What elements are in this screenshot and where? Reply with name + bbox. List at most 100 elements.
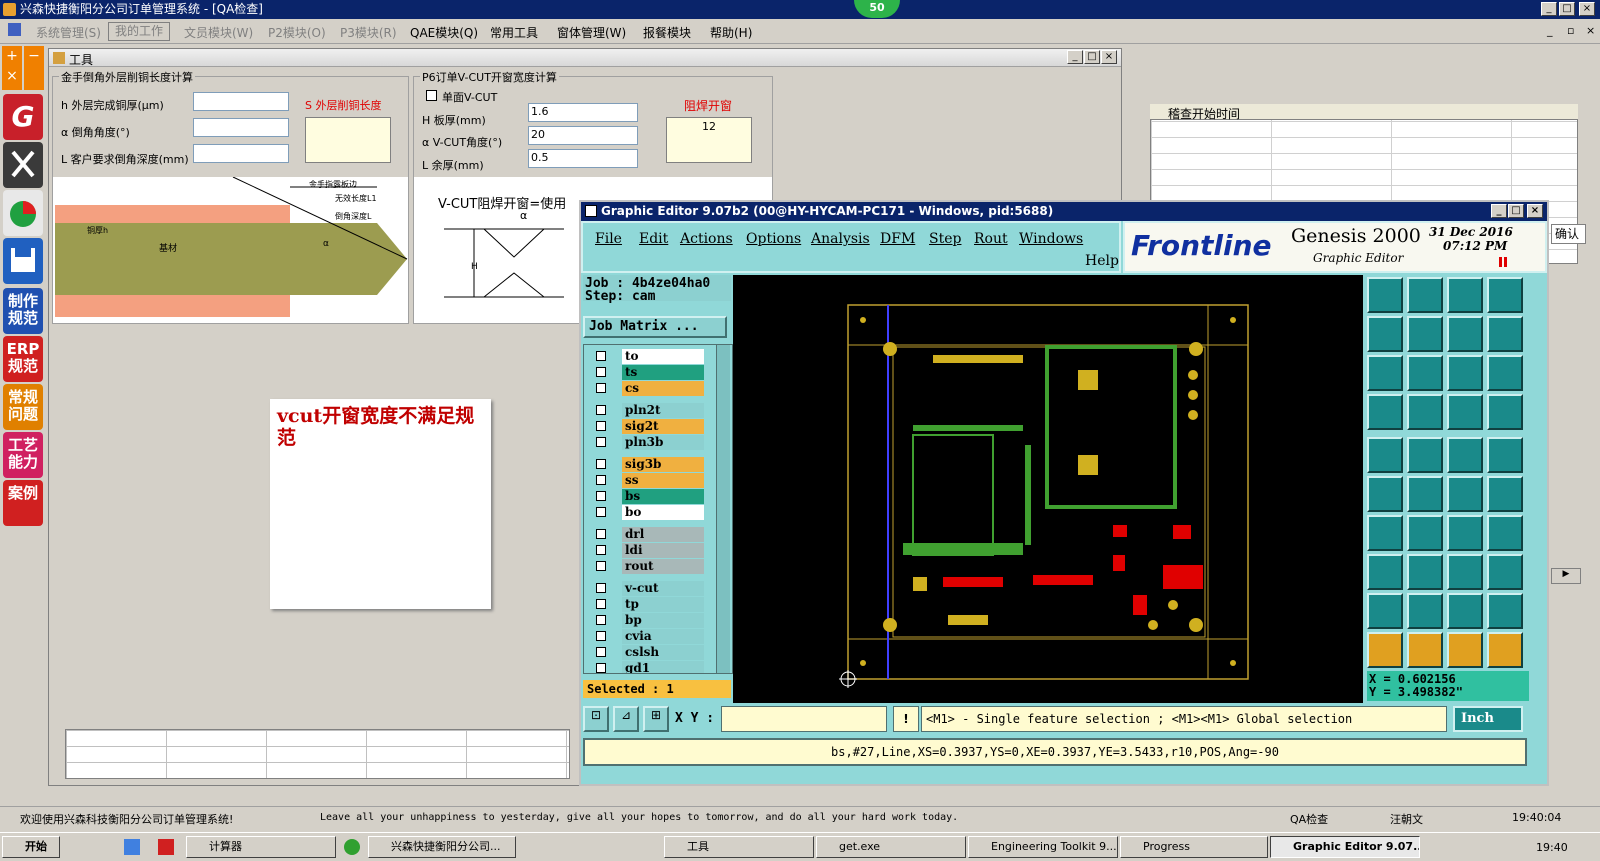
layer-checkbox[interactable] xyxy=(596,367,606,377)
layer-scrollbar[interactable] xyxy=(716,345,730,673)
home-icon[interactable] xyxy=(1447,277,1483,313)
select-icon[interactable] xyxy=(1487,437,1523,473)
ge-menu-windows[interactable]: Windows xyxy=(1019,231,1083,247)
layer-checkbox[interactable] xyxy=(596,351,606,361)
tool-minimize-button[interactable]: _ xyxy=(1067,50,1083,64)
menu-system[interactable]: 系统管理(S) xyxy=(36,24,101,41)
layer-name[interactable]: tp xyxy=(622,597,704,612)
layer-checkbox[interactable] xyxy=(596,615,606,625)
start-button[interactable]: 开始 xyxy=(2,836,60,858)
maximize-button[interactable]: □ xyxy=(1559,2,1575,16)
layer-checkbox[interactable] xyxy=(596,545,606,555)
layer-name[interactable]: ss xyxy=(622,473,704,488)
center-icon[interactable] xyxy=(1407,355,1443,391)
layer-row[interactable]: sig3b xyxy=(592,457,704,472)
quicklaunch-icon[interactable] xyxy=(124,839,140,855)
connect-icon[interactable] xyxy=(1367,476,1403,512)
layer-checkbox[interactable] xyxy=(596,663,606,673)
cross-icon[interactable] xyxy=(1407,476,1443,512)
pcb-canvas[interactable] xyxy=(733,275,1363,703)
layer-name[interactable]: rout xyxy=(622,559,704,574)
layer-name[interactable]: ts xyxy=(622,365,704,380)
ge-close-button[interactable]: × xyxy=(1527,204,1543,218)
netlist-icon[interactable] xyxy=(1447,394,1483,430)
tool-icon[interactable] xyxy=(1367,394,1403,430)
redo-icon[interactable] xyxy=(1487,316,1523,352)
ge-menu-edit[interactable]: Edit xyxy=(639,231,668,247)
copper-thickness-input[interactable] xyxy=(193,92,289,111)
layer-row[interactable]: to xyxy=(592,349,704,364)
layer-row[interactable]: rout xyxy=(592,559,704,574)
open-icon[interactable] xyxy=(1367,277,1403,313)
pdf-icon[interactable] xyxy=(158,839,174,855)
layer-name[interactable]: sig2t xyxy=(622,419,704,434)
layer-name[interactable]: drl xyxy=(622,527,704,542)
rotate-icon[interactable] xyxy=(1447,515,1483,551)
ge-maximize-button[interactable]: □ xyxy=(1508,204,1524,218)
layer-name[interactable]: bp xyxy=(622,613,704,628)
ge-menu-options[interactable]: Options xyxy=(746,231,801,247)
single-vcut-checkbox[interactable] xyxy=(426,90,437,101)
layer-row[interactable]: bs xyxy=(592,489,704,504)
results-grid[interactable] xyxy=(65,729,570,779)
layer-row[interactable]: bp xyxy=(592,613,704,628)
camera-icon[interactable] xyxy=(1367,437,1403,473)
layer-checkbox[interactable] xyxy=(596,529,606,539)
chamfer-depth-input[interactable] xyxy=(193,144,289,163)
chamfer-angle-input[interactable] xyxy=(193,118,289,137)
layer-checkbox[interactable] xyxy=(596,383,606,393)
layer-name[interactable]: cslsh xyxy=(622,645,704,660)
layer-row[interactable]: v-cut xyxy=(592,581,704,596)
capability-button[interactable]: 工艺能力 xyxy=(3,432,43,478)
ge-menu-rout[interactable]: Rout xyxy=(974,231,1008,247)
menu-p2[interactable]: P2模块(O) xyxy=(268,24,326,41)
text-icon[interactable] xyxy=(1447,593,1483,629)
layer-row[interactable]: sig2t xyxy=(592,419,704,434)
cases-button[interactable]: 案例 xyxy=(3,480,43,526)
layer-name[interactable]: bo xyxy=(622,505,704,520)
ge-menu-step[interactable]: Step xyxy=(929,231,961,247)
grid-icon[interactable]: ⊞ xyxy=(643,706,669,732)
measure-icon[interactable]: ⊿ xyxy=(613,706,639,732)
layer-row[interactable]: tp xyxy=(592,597,704,612)
layer-name[interactable]: v-cut xyxy=(622,581,704,596)
fit-icon[interactable] xyxy=(1367,355,1403,391)
layer-row[interactable]: cvia xyxy=(592,629,704,644)
scroll-right-button[interactable]: ▶ xyxy=(1551,568,1581,584)
edit-icon[interactable] xyxy=(1407,437,1443,473)
arc-icon[interactable] xyxy=(1407,515,1443,551)
task-engineering-toolkit[interactable]: Engineering Toolkit 9.... xyxy=(968,836,1118,858)
task-progress[interactable]: Progress xyxy=(1120,836,1268,858)
dash-icon[interactable] xyxy=(1407,554,1443,590)
genesis-launcher-icon[interactable]: G xyxy=(3,94,43,140)
layer-checkbox[interactable] xyxy=(596,459,606,469)
layer-checkbox[interactable] xyxy=(596,583,606,593)
layer-row[interactable]: pln3b xyxy=(592,435,704,450)
layer-name[interactable]: pln3b xyxy=(622,435,704,450)
ge-menu-help[interactable]: Help xyxy=(1085,253,1119,269)
layer-name[interactable]: cvia xyxy=(622,629,704,644)
mdi-close-button[interactable]: × xyxy=(1586,24,1595,37)
tool-close-button[interactable]: × xyxy=(1101,50,1117,64)
layer-name[interactable]: ldi xyxy=(622,543,704,558)
remaining-thickness-input[interactable]: 0.5 xyxy=(528,149,638,168)
expand-icon[interactable]: + × xyxy=(2,46,22,90)
minimize-button[interactable]: _ xyxy=(1541,2,1557,16)
faq-button[interactable]: 常规问题 xyxy=(3,384,43,430)
menu-my-work[interactable]: 我的工作 xyxy=(108,22,171,41)
task-order-system[interactable]: 兴森快捷衡阳分公司... xyxy=(368,836,516,858)
menu-meal[interactable]: 报餐模块 xyxy=(643,24,691,41)
layer-checkbox[interactable] xyxy=(596,437,606,447)
layer-checkbox[interactable] xyxy=(596,631,606,641)
layer-row[interactable]: bo xyxy=(592,505,704,520)
text-edit-icon[interactable] xyxy=(1487,593,1523,629)
layer-row[interactable]: gd1 xyxy=(592,661,704,673)
next-icon[interactable] xyxy=(1407,316,1443,352)
task-calculator[interactable]: 计算器 xyxy=(186,836,336,858)
mdi-minimize-button[interactable]: _ xyxy=(1547,24,1553,37)
layer-row[interactable]: cslsh xyxy=(592,645,704,660)
collapse-icon[interactable]: − xyxy=(24,46,44,90)
tools-icon[interactable] xyxy=(3,142,43,188)
task-tools[interactable]: 工具 xyxy=(664,836,814,858)
menu-qae[interactable]: QAE模块(Q) xyxy=(410,24,478,41)
